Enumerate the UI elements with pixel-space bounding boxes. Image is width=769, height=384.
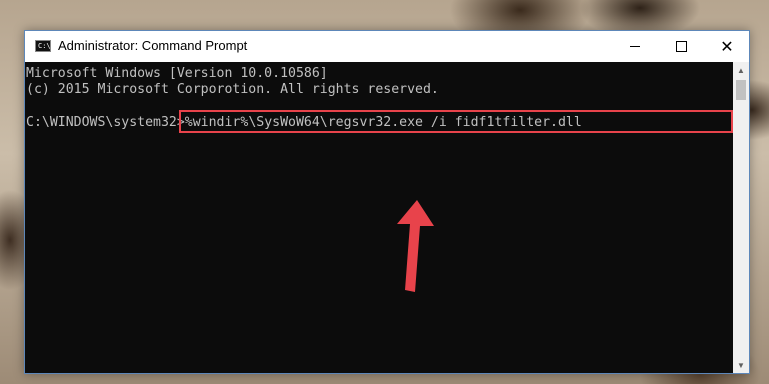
console-line-copyright: (c) 2015 Microsoft Corporotion. All righ… bbox=[26, 82, 439, 97]
cmd-app-icon-label: C:\ bbox=[38, 42, 51, 50]
annotation-arrow-icon bbox=[397, 200, 434, 292]
minimize-button[interactable] bbox=[612, 31, 658, 62]
vertical-scrollbar[interactable]: ▲ ▼ bbox=[733, 62, 749, 373]
maximize-button[interactable] bbox=[658, 31, 704, 62]
arrow-shape bbox=[397, 200, 434, 292]
console-output[interactable]: Microsoft Windows [Version 10.0.10586] (… bbox=[25, 62, 733, 373]
console-prompt: C:\WINDOWS\system32> bbox=[26, 115, 185, 130]
console-line-version: Microsoft Windows [Version 10.0.10586] bbox=[26, 66, 328, 81]
window-title: Administrator: Command Prompt bbox=[58, 38, 248, 53]
command-prompt-window: C:\ Administrator: Command Prompt ✕ Micr… bbox=[24, 30, 750, 374]
title-bar[interactable]: C:\ Administrator: Command Prompt ✕ bbox=[25, 31, 749, 62]
cmd-app-icon: C:\ bbox=[35, 40, 51, 52]
scroll-thumb[interactable] bbox=[736, 80, 746, 100]
command-highlight-box bbox=[179, 110, 733, 133]
scroll-down-icon[interactable]: ▼ bbox=[733, 357, 749, 373]
close-icon: ✕ bbox=[720, 36, 734, 56]
scroll-up-icon[interactable]: ▲ bbox=[733, 62, 749, 78]
maximize-icon bbox=[675, 41, 687, 52]
minimize-icon bbox=[630, 46, 640, 47]
close-button[interactable]: ✕ bbox=[704, 31, 750, 62]
